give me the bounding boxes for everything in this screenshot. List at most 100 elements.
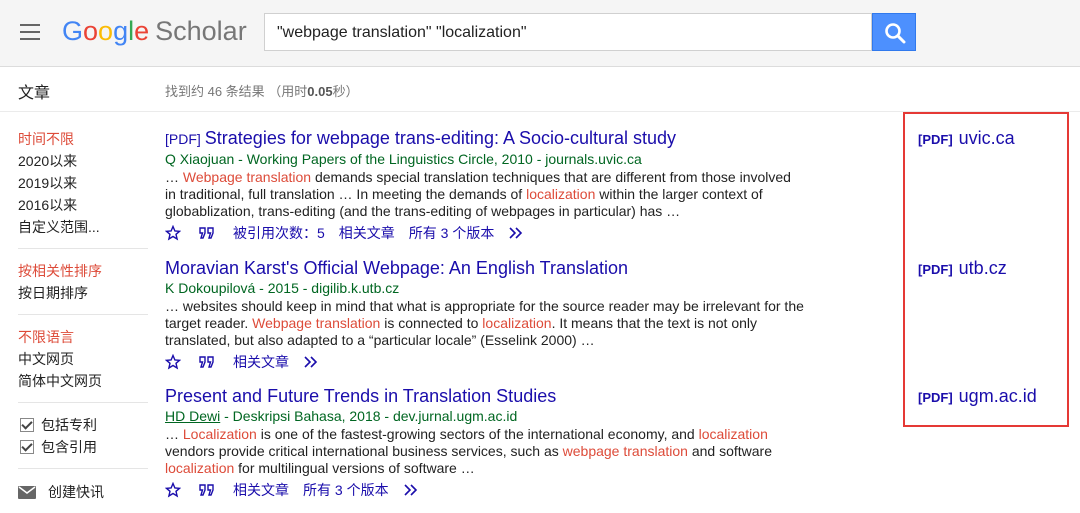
filter-since-2016[interactable]: 2016以来: [18, 194, 148, 216]
filter-since-2020[interactable]: 2020以来: [18, 150, 148, 172]
sort-by-relevance[interactable]: 按相关性排序: [18, 260, 148, 282]
snippet-highlight: localization: [165, 460, 235, 476]
sort-by-date[interactable]: 按日期排序: [18, 282, 148, 304]
snippet-highlight: Localization: [182, 426, 257, 442]
cited-by-link[interactable]: 被引用次数：5: [233, 223, 325, 243]
quote-icon[interactable]: [199, 355, 215, 369]
pdf-tag: [PDF]: [165, 131, 201, 147]
pdf-domain: ugm.ac.id: [958, 386, 1037, 406]
snippet-text: …: [165, 169, 183, 185]
divider: [18, 248, 148, 249]
google-scholar-logo[interactable]: Google Scholar: [62, 14, 247, 48]
include-citations-label: 包含引用: [41, 439, 97, 455]
pdf-link[interactable]: [PDF] ugm.ac.id: [918, 386, 1037, 407]
stats-suffix: 秒）: [332, 84, 359, 99]
pdf-link[interactable]: [PDF] utb.cz: [918, 258, 1007, 279]
pdf-tag: [PDF]: [918, 262, 953, 277]
result-snippet: … Localization is one of the fastest-gro…: [165, 426, 805, 477]
result-title: Present and Future Trends in Translation…: [165, 386, 557, 406]
all-versions-link[interactable]: 所有 3 个版本: [409, 223, 495, 243]
more-icon[interactable]: [303, 356, 321, 368]
filter-custom-range[interactable]: 自定义范围...: [18, 216, 148, 238]
result-title-link[interactable]: Present and Future Trends in Translation…: [165, 385, 805, 407]
logo-letter: e: [134, 16, 150, 46]
snippet-highlight: localization: [526, 186, 596, 202]
snippet-text: vendors provide critical international b…: [165, 443, 563, 459]
include-citations-option[interactable]: 包含引用: [18, 436, 148, 458]
filter-any-time[interactable]: 时间不限: [18, 128, 148, 150]
snippet-highlight: webpage translation: [562, 443, 688, 459]
lang-chinese-pages[interactable]: 中文网页: [18, 348, 148, 370]
logo-letter: o: [83, 16, 99, 46]
author-link[interactable]: HD Dewi: [165, 408, 220, 424]
snippet-text: …: [165, 426, 183, 442]
filter-since-2019[interactable]: 2019以来: [18, 172, 148, 194]
create-alert[interactable]: 创建快讯: [18, 481, 148, 503]
include-patents-label: 包括专利: [41, 417, 97, 433]
author-link[interactable]: K Dokoupilová: [165, 280, 255, 296]
result-actions: 被引用次数：5 相关文章 所有 3 个版本: [165, 223, 805, 243]
search-icon: [885, 23, 906, 44]
sidebar: 时间不限 2020以来 2019以来 2016以来 自定义范围... 按相关性排…: [18, 128, 148, 503]
search-box: [264, 13, 872, 51]
related-articles-link[interactable]: 相关文章: [339, 223, 395, 243]
lang-simplified-chinese[interactable]: 简体中文网页: [18, 370, 148, 392]
snippet-text: is one of the fastest-growing sectors of…: [256, 426, 699, 442]
snippet-text: is connected to: [380, 315, 483, 331]
top-bar: Google Scholar: [0, 0, 1080, 67]
all-versions-link[interactable]: 所有 3 个版本: [303, 480, 389, 500]
create-alert-label: 创建快讯: [48, 484, 104, 500]
lang-any[interactable]: 不限语言: [18, 326, 148, 348]
pdf-domain: uvic.ca: [958, 128, 1015, 148]
snippet-text: for multilingual versions of software …: [234, 460, 475, 476]
result-title-link[interactable]: Moravian Karst's Official Webpage: An En…: [165, 257, 805, 279]
more-icon[interactable]: [403, 484, 421, 496]
result-item: [PDF] Strategies for webpage trans-editin…: [165, 127, 805, 243]
result-title: Strategies for webpage trans-editing: A …: [204, 128, 677, 148]
more-icon[interactable]: [508, 227, 526, 239]
pdf-tag: [PDF]: [918, 390, 953, 405]
snippet-text: and software: [687, 443, 773, 459]
snippet-highlight: Webpage translation: [252, 315, 381, 331]
source-info: - Deskripsi Bahasa, 2018 - dev.jurnal.ug…: [220, 408, 518, 424]
checkbox-checked[interactable]: [20, 418, 34, 432]
result-actions: 相关文章 所有 3 个版本: [165, 480, 805, 500]
star-icon[interactable]: [165, 225, 181, 241]
source-info: - 2015 - digilib.k.utb.cz: [255, 280, 400, 296]
result-meta: Q Xiaojuan - Working Papers of the Lingu…: [165, 150, 805, 169]
result-meta: K Dokoupilová - 2015 - digilib.k.utb.cz: [165, 279, 805, 298]
menu-icon[interactable]: [20, 24, 40, 40]
result-snippet: … websites should keep in mind that what…: [165, 298, 805, 349]
quote-icon[interactable]: [199, 483, 215, 497]
checkbox-checked[interactable]: [20, 440, 34, 454]
result-actions: 相关文章: [165, 352, 805, 372]
author-link[interactable]: Q Xiaojuan: [165, 151, 234, 167]
logo-suffix: Scholar: [155, 16, 247, 46]
source-info: - Working Papers of the Linguistics Circ…: [234, 151, 642, 167]
divider: [18, 468, 148, 469]
star-icon[interactable]: [165, 482, 181, 498]
snippet-highlight: Webpage translation: [182, 169, 312, 185]
result-stats: 找到约 46 条结果 （用时0.05秒）: [165, 81, 359, 100]
section-label: 文章: [18, 85, 51, 102]
result-item: Moravian Karst's Official Webpage: An En…: [165, 257, 805, 372]
include-patents-option[interactable]: 包括专利: [18, 414, 148, 436]
pdf-tag: [PDF]: [918, 132, 953, 147]
stats-time: 0.05: [307, 84, 333, 99]
search-input[interactable]: [275, 15, 869, 51]
search-button[interactable]: [872, 13, 916, 51]
star-icon[interactable]: [165, 354, 181, 370]
pdf-domain: utb.cz: [958, 258, 1007, 278]
result-title-link[interactable]: [PDF] Strategies for webpage trans-editin…: [165, 127, 805, 150]
related-articles-link[interactable]: 相关文章: [233, 352, 289, 372]
divider: [18, 314, 148, 315]
logo-letter: G: [62, 16, 84, 46]
result-snippet: … Webpage translation demands special tr…: [165, 169, 805, 220]
quote-icon[interactable]: [199, 226, 215, 240]
divider: [18, 402, 148, 403]
result-item: Present and Future Trends in Translation…: [165, 385, 805, 500]
snippet-highlight: localization: [698, 426, 768, 442]
pdf-link[interactable]: [PDF] uvic.ca: [918, 128, 1015, 149]
related-articles-link[interactable]: 相关文章: [233, 480, 289, 500]
logo-letter: o: [98, 16, 114, 46]
